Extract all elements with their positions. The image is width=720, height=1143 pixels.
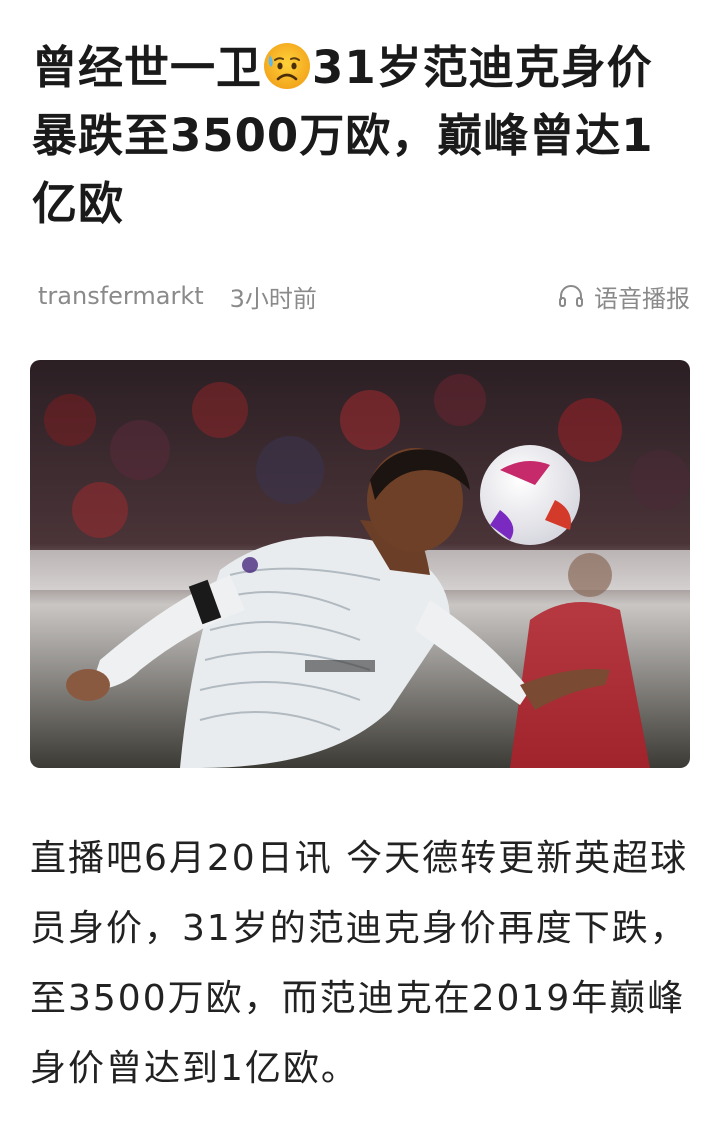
title-text-part1: 曾经世一卫 [32,41,263,94]
article-body: 直播吧6月20日讯 今天德转更新英超球员身价，31岁的范迪克身价再度下跌，至35… [30,838,689,1089]
article-time: 3小时前 [229,284,317,313]
football-player-photo-icon [30,360,690,768]
headphones-icon [559,285,583,307]
article-source[interactable]: transfermarkt [38,282,204,310]
audio-broadcast-label: 语音播报 [594,284,690,313]
article-title: 曾经世一卫 31岁范迪克身价暴跌至3500万欧，巅峰曾达1亿欧 [32,34,696,238]
article-meta: transfermarkt 3小时前 语音播报 [38,276,690,316]
article-photo[interactable] [30,360,690,768]
sad-sweat-emoji-icon [264,43,311,89]
audio-broadcast-button[interactable]: 语音播报 [558,276,690,316]
